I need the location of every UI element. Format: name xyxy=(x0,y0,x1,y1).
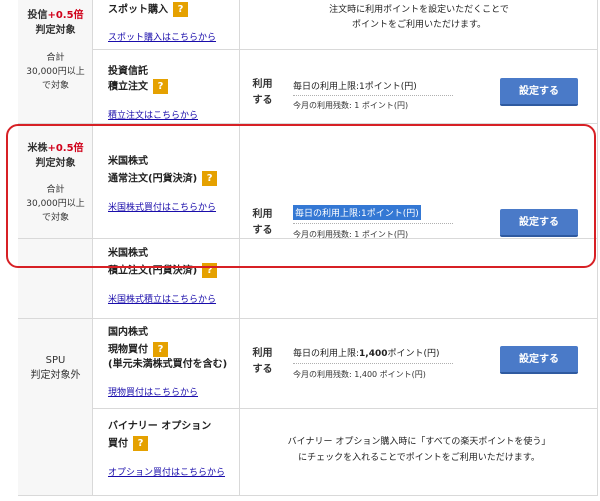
monthly-remaining-text: 今月の利用残数: 1,400 ポイント(円) xyxy=(293,370,426,379)
help-icon[interactable]: ? xyxy=(133,436,148,451)
setting-cell-spot: 注文時に利用ポイントを設定いただくことで ポイントをご利用いただけます。 xyxy=(240,0,598,50)
category-title-spu: SPU xyxy=(45,355,66,366)
binary-message-line2: にチェックを入れることでポイントをご利用いただけます。 xyxy=(298,453,540,463)
help-icon[interactable]: ? xyxy=(153,79,168,94)
product-title-domestic-2: 現物買付? xyxy=(108,342,168,358)
set-button-domestic[interactable]: 設定する xyxy=(500,346,578,374)
use-cell-trust-reserve: 利用 する xyxy=(240,50,285,124)
category-judge-trust: 判定対象 xyxy=(35,25,76,36)
monthly-remaining-text: 今月の利用残数: 1 ポイント(円) xyxy=(293,101,409,110)
category-title-trust: 投信+0.5倍 xyxy=(27,10,84,21)
product-cell-binary: バイナリー オプション 買付? オプション買付はこちらから xyxy=(93,409,240,496)
domestic-buy-link[interactable]: 現物買付はこちらから xyxy=(108,385,198,398)
us-stock-reserve-link[interactable]: 米国株式積立はこちらから xyxy=(108,292,216,305)
category-cell-spu: SPU 判定対象外 xyxy=(18,319,93,496)
product-cell-spot: スポット購入? スポット購入はこちらから xyxy=(93,0,240,50)
product-cell-domestic: 国内株式 現物買付? (単元未満株式買付を含む) 現物買付はこちらから xyxy=(93,319,240,409)
help-icon[interactable]: ? xyxy=(153,342,168,357)
limit-cell-trust-reserve: 毎日の利用上限:1ポイント(円) 今月の利用残数: 1 ポイント(円) 設定する xyxy=(285,50,598,124)
spot-purchase-link[interactable]: スポット購入はこちらから xyxy=(108,30,216,43)
product-title-trust-reserve-1: 投資信託 xyxy=(108,66,148,77)
product-title-binary-1: バイナリー オプション xyxy=(108,421,212,432)
daily-limit-text: 毎日の利用上限:1,400ポイント(円) xyxy=(293,349,440,359)
binary-message-line1: バイナリー オプション購入時に「すべての楽天ポイントを使う」 xyxy=(287,437,551,447)
limit-divider xyxy=(293,363,453,364)
category-judge-spu: 判定対象外 xyxy=(30,370,81,381)
product-title-trust-reserve-2: 積立注文? xyxy=(108,79,168,95)
daily-limit-text: 毎日の利用上限:1ポイント(円) xyxy=(293,82,417,92)
help-icon[interactable]: ? xyxy=(173,2,188,17)
use-label-1: 利用 xyxy=(252,348,273,359)
spot-message-line1: 注文時に利用ポイントを設定いただくことで xyxy=(329,5,509,15)
category-cell-trust: 投信+0.5倍 判定対象 合計 30,000円以上 で対象 xyxy=(18,0,93,124)
product-title-spot: スポット購入? xyxy=(108,2,188,18)
product-title-domestic-3: (単元未満株式買付を含む) xyxy=(108,359,228,370)
limit-divider xyxy=(293,95,453,96)
product-title-binary-2: 買付? xyxy=(108,436,148,452)
product-title-domestic-1: 国内株式 xyxy=(108,327,148,338)
setting-cell-binary: バイナリー オプション購入時に「すべての楽天ポイントを使う」 にチェックを入れる… xyxy=(240,409,598,496)
use-cell-domestic: 利用 する xyxy=(240,319,285,409)
spot-message-line2: ポイントをご利用いただけます。 xyxy=(351,20,487,30)
category-sum-trust: 合計 xyxy=(46,53,65,63)
product-cell-trust-reserve: 投資信託 積立注文? 積立注文はこちらから xyxy=(93,50,240,124)
use-label-2: する xyxy=(252,95,273,106)
use-label-1: 利用 xyxy=(252,79,273,90)
set-button-trust-reserve[interactable]: 設定する xyxy=(500,78,578,106)
category-target-trust: で対象 xyxy=(41,81,69,91)
highlight-frame xyxy=(6,124,596,268)
option-buy-link[interactable]: オプション買付はこちらから xyxy=(108,465,225,478)
reserve-order-link[interactable]: 積立注文はこちらから xyxy=(108,108,198,121)
limit-cell-domestic: 毎日の利用上限:1,400ポイント(円) 今月の利用残数: 1,400 ポイント… xyxy=(285,319,598,409)
category-amount-trust: 30,000円以上 xyxy=(26,67,85,77)
use-label-2: する xyxy=(252,364,273,375)
